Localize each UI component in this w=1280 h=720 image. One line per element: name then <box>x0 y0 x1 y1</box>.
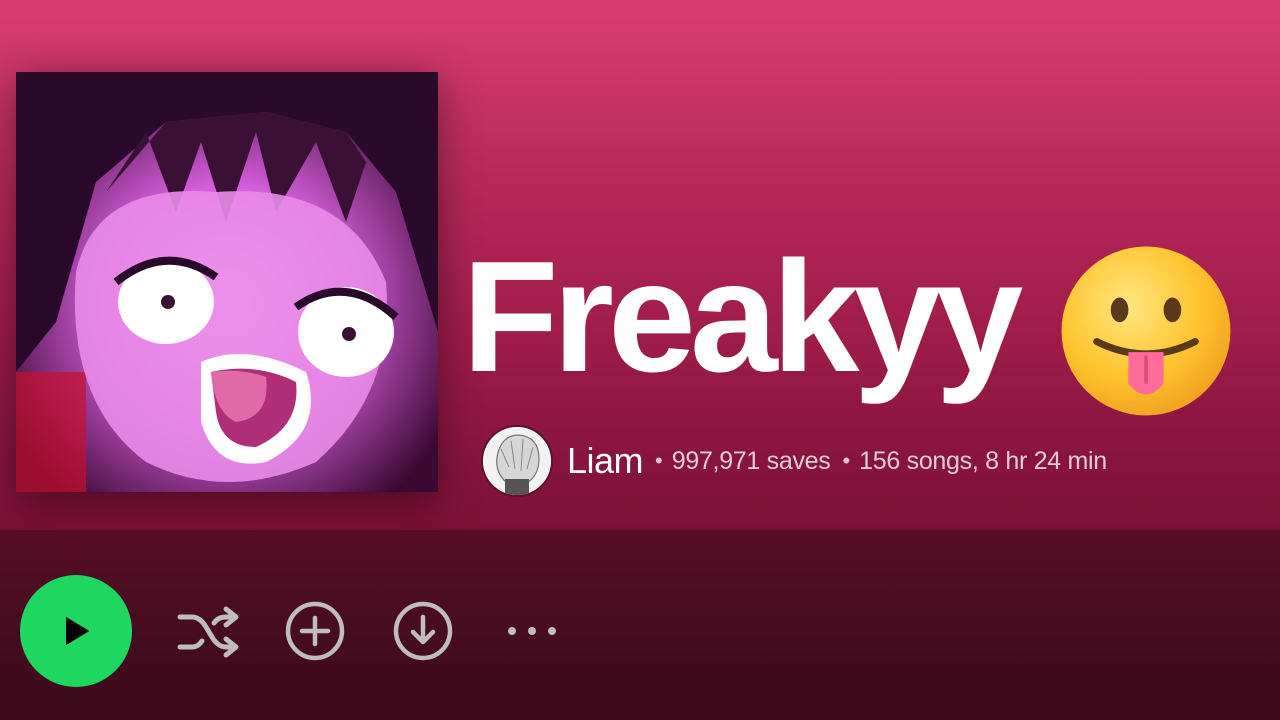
playlist-meta: Liam • 997,971 saves • 156 songs, 8 hr 2… <box>481 425 1107 497</box>
songs-duration: 156 songs, 8 hr 24 min <box>859 446 1107 475</box>
shuffle-button[interactable] <box>176 601 240 661</box>
action-bar <box>0 530 1280 720</box>
shuffle-icon <box>177 606 239 658</box>
play-icon <box>66 616 90 646</box>
playlist-cover-image[interactable] <box>16 72 438 492</box>
face-with-tongue-emoji <box>1061 246 1231 416</box>
more-options-icon <box>508 627 556 635</box>
playlist-header: Freakyy Liam • 997,971 saves • 156 songs… <box>0 0 1280 530</box>
owner-avatar-image <box>483 427 551 495</box>
owner-avatar[interactable] <box>481 425 553 497</box>
meta-separator: • <box>655 448 663 473</box>
meta-separator: • <box>842 448 851 473</box>
add-to-library-button[interactable] <box>284 600 346 662</box>
playlist-title: Freakyy <box>462 229 1023 405</box>
more-options-button[interactable] <box>502 616 562 646</box>
owner-name-link[interactable]: Liam <box>567 440 644 482</box>
play-button[interactable] <box>20 575 132 687</box>
download-button[interactable] <box>392 600 454 662</box>
download-circle-icon <box>393 601 453 661</box>
add-circle-icon <box>285 601 345 661</box>
cover-artwork <box>16 72 438 492</box>
saves-count: 997,971 saves <box>671 446 831 475</box>
